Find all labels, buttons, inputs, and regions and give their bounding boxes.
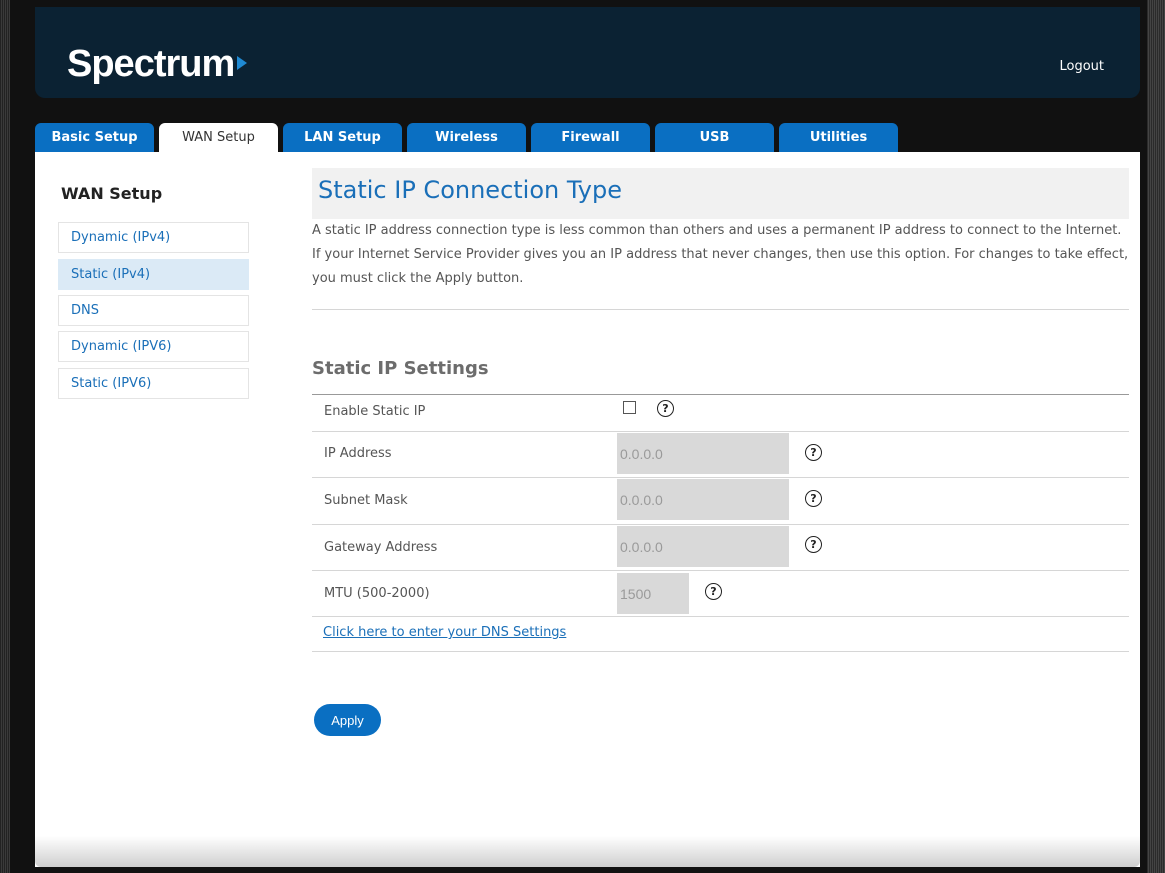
right-border bbox=[1147, 0, 1165, 873]
enable-static-ip-label: Enable Static IP bbox=[324, 404, 426, 419]
dns-settings-link[interactable]: Click here to enter your DNS Settings bbox=[323, 625, 566, 640]
apply-button[interactable]: Apply bbox=[314, 704, 381, 736]
section-divider bbox=[312, 394, 1129, 395]
row-divider bbox=[312, 570, 1129, 571]
divider bbox=[312, 309, 1129, 310]
row-divider bbox=[312, 431, 1129, 432]
section-title: Static IP Settings bbox=[312, 358, 489, 379]
tab-usb[interactable]: USB bbox=[655, 123, 774, 152]
left-border bbox=[0, 0, 10, 873]
subnet-mask-input[interactable] bbox=[617, 479, 789, 520]
help-icon[interactable]: ? bbox=[805, 444, 822, 461]
logout-link[interactable]: Logout bbox=[1059, 59, 1104, 74]
content-bottom-shade bbox=[35, 836, 1140, 867]
content-panel: WAN Setup Dynamic (IPv4) Static (IPv4) D… bbox=[35, 152, 1140, 867]
help-icon[interactable]: ? bbox=[657, 400, 674, 417]
tab-utilities[interactable]: Utilities bbox=[779, 123, 898, 152]
main-tabs: Basic Setup WAN Setup LAN Setup Wireless… bbox=[35, 123, 903, 152]
sidebar-item-dynamic-ipv6[interactable]: Dynamic (IPV6) bbox=[58, 331, 249, 362]
help-icon[interactable]: ? bbox=[805, 536, 822, 553]
header-bar: Spectrum Logout bbox=[35, 7, 1140, 98]
row-divider bbox=[312, 477, 1129, 478]
mtu-input[interactable] bbox=[617, 573, 689, 614]
gateway-address-label: Gateway Address bbox=[324, 540, 438, 555]
page-title: Static IP Connection Type bbox=[312, 168, 1129, 219]
intro-text: A static IP address connection type is l… bbox=[312, 223, 1129, 286]
sidebar-item-static-ipv6[interactable]: Static (IPV6) bbox=[58, 368, 249, 399]
ip-address-input[interactable] bbox=[617, 433, 789, 474]
help-icon[interactable]: ? bbox=[705, 583, 722, 600]
help-icon[interactable]: ? bbox=[805, 490, 822, 507]
enable-static-ip-checkbox[interactable] bbox=[623, 401, 636, 414]
tab-wireless[interactable]: Wireless bbox=[407, 123, 526, 152]
sidebar-item-static-ipv4[interactable]: Static (IPv4) bbox=[58, 259, 249, 290]
sidebar-item-dns[interactable]: DNS bbox=[58, 295, 249, 326]
row-divider bbox=[312, 524, 1129, 525]
logo-text: Spectrum bbox=[67, 43, 235, 85]
logo-arrow-icon bbox=[237, 56, 248, 70]
sidebar-title: WAN Setup bbox=[61, 184, 163, 203]
tab-wan-setup[interactable]: WAN Setup bbox=[159, 123, 278, 152]
spectrum-logo: Spectrum bbox=[67, 43, 248, 86]
mtu-label: MTU (500-2000) bbox=[324, 586, 430, 601]
row-divider bbox=[312, 651, 1129, 652]
sidebar-item-dynamic-ipv4[interactable]: Dynamic (IPv4) bbox=[58, 222, 249, 253]
row-divider bbox=[312, 616, 1129, 617]
tab-lan-setup[interactable]: LAN Setup bbox=[283, 123, 402, 152]
tab-firewall[interactable]: Firewall bbox=[531, 123, 650, 152]
subnet-mask-label: Subnet Mask bbox=[324, 493, 408, 508]
tab-basic-setup[interactable]: Basic Setup bbox=[35, 123, 154, 152]
gateway-address-input[interactable] bbox=[617, 526, 789, 567]
ip-address-label: IP Address bbox=[324, 446, 392, 461]
